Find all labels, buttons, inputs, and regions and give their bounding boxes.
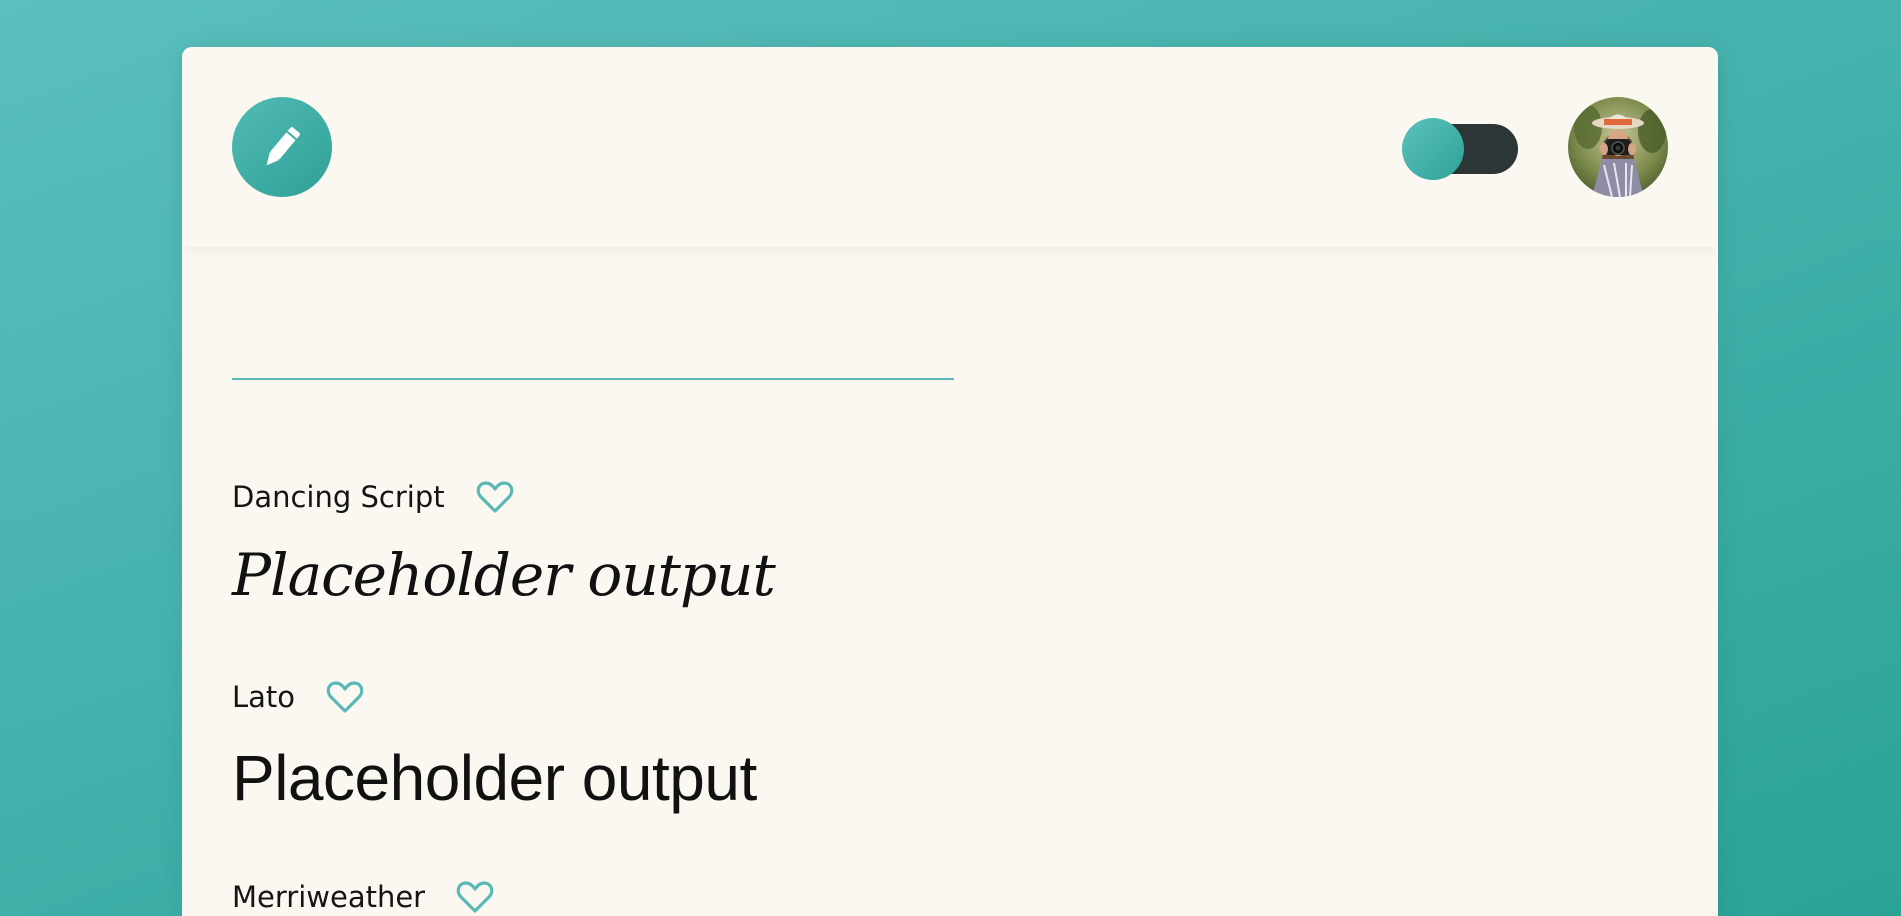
heart-outline-icon[interactable] (476, 480, 514, 514)
heart-outline-icon[interactable] (456, 880, 494, 914)
search-input[interactable] (232, 376, 954, 380)
heart-outline-icon[interactable] (326, 680, 364, 714)
avatar[interactable] (1568, 97, 1668, 197)
font-card-lato: Lato Placeholder output (232, 677, 757, 815)
pencil-icon (266, 127, 300, 166)
font-sample: Placeholder output (232, 742, 757, 814)
user-avatar-photo (1568, 97, 1668, 197)
font-card-dancing-script: Dancing Script Placeholder output (232, 477, 776, 609)
font-sample: Placeholder output (232, 541, 776, 609)
header (182, 47, 1718, 247)
app-card: Dancing Script Placeholder output Lato P… (182, 47, 1718, 916)
font-name: Merriweather (232, 880, 426, 914)
logo-button[interactable] (232, 97, 332, 197)
font-card-merriweather: Merriweather (232, 877, 494, 916)
font-name: Dancing Script (232, 480, 445, 514)
font-name: Lato (232, 680, 296, 714)
theme-toggle[interactable] (1402, 118, 1518, 180)
toggle-knob[interactable] (1402, 118, 1464, 180)
